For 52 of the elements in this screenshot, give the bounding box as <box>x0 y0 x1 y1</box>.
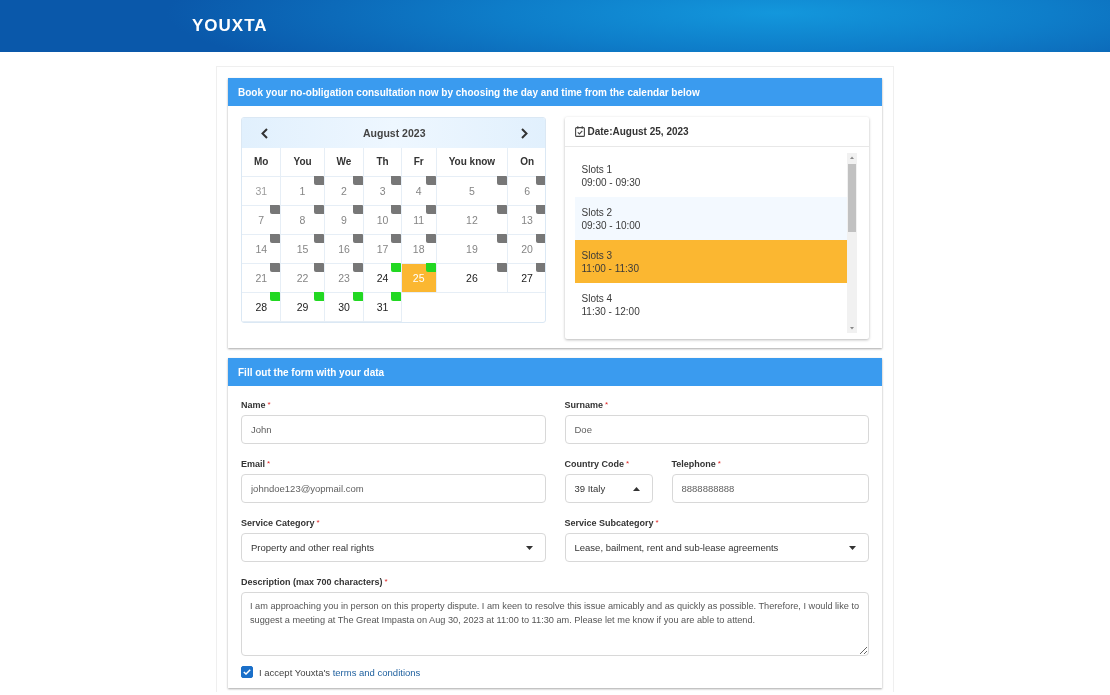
required-mark: * <box>267 459 271 468</box>
next-month-button[interactable] <box>519 127 529 139</box>
field-label: Name <box>241 400 266 410</box>
required-mark: * <box>316 518 320 527</box>
required-mark: * <box>267 400 271 409</box>
checkmark-icon <box>243 669 251 675</box>
weekday-label: You know <box>436 148 508 176</box>
checkbox[interactable] <box>241 666 253 678</box>
field-label: Country Code <box>564 459 624 469</box>
previous-month-button[interactable] <box>260 127 269 139</box>
chevron-right-icon <box>520 127 528 139</box>
required-mark: * <box>655 518 659 527</box>
calendar-check-icon <box>574 126 585 137</box>
caret-down-icon <box>849 545 856 550</box>
field-label: Telephone <box>671 459 716 469</box>
time-slot[interactable]: Slots 2 09:30 - 10:00 <box>574 197 847 240</box>
required-mark: * <box>626 459 630 468</box>
field-label: Description (max 700 characters) <box>241 577 383 587</box>
terms-link[interactable]: terms and conditions <box>332 666 421 678</box>
input-field[interactable]: johndoe123@yopmail.com <box>241 474 546 503</box>
section-title: Fill out the form with your data <box>228 358 882 386</box>
required-mark: * <box>605 400 609 409</box>
required-mark: * <box>384 577 388 586</box>
input-field[interactable]: Doe <box>564 415 869 444</box>
dropdown-field[interactable]: 39 Italy <box>564 474 653 503</box>
field-label: Service Category <box>241 518 315 528</box>
required-mark: * <box>717 459 721 468</box>
input-field[interactable]: 8888888888 <box>671 474 869 503</box>
consent-text: I accept Youxta's terms and conditions <box>259 666 421 678</box>
calendar-day[interactable]: 29 <box>280 292 325 321</box>
calendar-day[interactable]: 26 <box>436 263 508 292</box>
calendar-day[interactable]: 30 <box>324 292 364 321</box>
description-field[interactable]: I am approaching you in person on this property dispute. I am keen to resolve this issue amicably and as quickly as possible. Therefore, I would like to suggest a meeting at The Great Impasta on Aug 30, 2023 at 11:00 to 11:30 am. Please let me know if you are able to attend. <box>241 592 869 656</box>
caret-down-icon <box>525 545 533 550</box>
scrollbar[interactable] <box>847 153 857 333</box>
chevron-left-icon <box>261 127 268 139</box>
weekday-label: Mo <box>242 148 281 176</box>
selected-date: Date:August 25, 2023 <box>587 126 689 137</box>
time-slot[interactable]: Slots 3 11:00 - 11:30 <box>574 240 847 283</box>
month-title: August 2023 <box>363 127 426 139</box>
calendar-day[interactable]: 28 <box>242 292 281 321</box>
input-field[interactable]: John <box>241 415 546 444</box>
field-label: Surname <box>564 400 603 410</box>
dropdown-field[interactable]: Lease, bailment, rent and sub-lease agreements <box>564 533 869 562</box>
field-label: Email <box>241 459 265 469</box>
field-label: Service Subcategory <box>564 518 654 528</box>
section-title: Book your no-obligation consultation now by choosing the day and time from the calendar below <box>228 78 882 106</box>
calendar-day[interactable]: 24 <box>363 263 402 292</box>
logo[interactable]: YOUXTA <box>192 16 268 35</box>
dropdown-field[interactable]: Property and other real rights <box>241 533 546 562</box>
caret-up-icon <box>632 486 640 491</box>
calendar-day[interactable]: 31 <box>363 292 402 321</box>
